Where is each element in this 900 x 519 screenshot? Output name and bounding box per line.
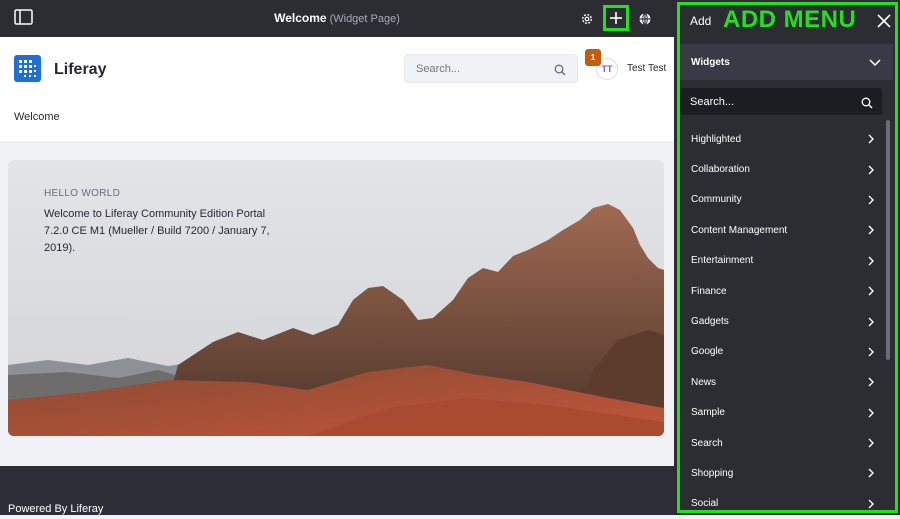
- nav-item-welcome[interactable]: Welcome: [14, 111, 60, 123]
- widget-category-item[interactable]: Content Management: [680, 215, 882, 245]
- widget-category-item[interactable]: Community: [680, 185, 882, 215]
- widget-category-label: Sample: [691, 407, 725, 419]
- chevron-right-icon: [868, 317, 874, 327]
- widget-category-item[interactable]: Entertainment: [680, 246, 882, 276]
- widget-category-label: Social: [691, 498, 719, 510]
- widget-category-item[interactable]: News: [680, 367, 882, 397]
- search-input[interactable]: [405, 55, 545, 82]
- chevron-right-icon: [868, 256, 874, 266]
- add-button[interactable]: [603, 5, 629, 31]
- widget-category-item[interactable]: Collaboration: [680, 154, 882, 184]
- widget-category-label: Entertainment: [691, 255, 754, 267]
- site-header: Liferay TT 1 Test Test Welcome: [0, 37, 674, 141]
- widget-category-item[interactable]: Social: [680, 489, 882, 519]
- widget-category-label: News: [691, 376, 717, 388]
- site-footer: Powered By Liferay: [0, 466, 674, 515]
- chevron-right-icon: [868, 165, 874, 175]
- add-menu-annotation: ADD MENU: [723, 6, 857, 33]
- add-menu-panel: Add ADD MENU Widgets Highlighted Collabor…: [674, 0, 900, 515]
- widget-category-item[interactable]: Gadgets: [680, 306, 882, 336]
- widget-category-item[interactable]: Highlighted: [680, 124, 882, 154]
- chevron-right-icon: [868, 195, 874, 205]
- chevron-right-icon: [868, 134, 874, 144]
- plus-icon: [610, 12, 622, 24]
- page-title: Welcome (Widget Page): [0, 11, 674, 25]
- search-icon[interactable]: [554, 63, 566, 81]
- chevron-down-icon: [869, 59, 881, 67]
- page-title-text: Welcome: [274, 11, 327, 25]
- widget-category-item[interactable]: Shopping: [680, 458, 882, 488]
- widget-category-label: Google: [691, 346, 724, 358]
- notification-badge[interactable]: 1: [585, 49, 601, 66]
- widget-category-label: Search: [691, 437, 723, 449]
- chevron-right-icon: [868, 377, 874, 387]
- chevron-right-icon: [868, 286, 874, 296]
- scrollbar-thumb[interactable]: [886, 120, 890, 360]
- widget-search-input[interactable]: [680, 88, 840, 115]
- widget-category-item[interactable]: Sample: [680, 398, 882, 428]
- site-search: [404, 54, 578, 83]
- chevron-right-icon: [868, 468, 874, 478]
- hero-banner: HELLO WORLD Welcome to Liferay Community…: [8, 160, 664, 436]
- liferay-logo[interactable]: [14, 55, 41, 82]
- widget-category-label: Collaboration: [691, 164, 750, 176]
- gear-icon[interactable]: [576, 8, 598, 30]
- control-menu: Welcome (Widget Page): [0, 0, 674, 37]
- footer-text: Powered By Liferay: [8, 503, 104, 515]
- chevron-right-icon: [868, 225, 874, 235]
- widget-category-label: Gadgets: [691, 316, 729, 328]
- mountain-image: [8, 204, 664, 436]
- widgets-section-label: Widgets: [691, 57, 730, 68]
- widget-category-item[interactable]: Finance: [680, 276, 882, 306]
- banner-kicker: HELLO WORLD: [44, 188, 121, 199]
- widget-category-list: Highlighted Collaboration Community Content…: [680, 124, 882, 519]
- widget-category-label: Highlighted: [691, 133, 742, 145]
- site-name[interactable]: Liferay: [54, 61, 106, 79]
- add-panel-title: Add: [690, 14, 712, 28]
- close-icon[interactable]: [876, 13, 892, 29]
- page-type: (Widget Page): [329, 13, 400, 25]
- simulation-icon[interactable]: [634, 8, 656, 30]
- widget-category-item[interactable]: Google: [680, 337, 882, 367]
- search-icon[interactable]: [861, 96, 873, 114]
- widget-category-label: Content Management: [691, 224, 788, 236]
- chevron-right-icon: [868, 408, 874, 418]
- widget-category-label: Community: [691, 194, 742, 206]
- banner-text: Welcome to Liferay Community Edition Por…: [44, 208, 270, 254]
- widget-category-item[interactable]: Search: [680, 428, 882, 458]
- chevron-right-icon: [868, 438, 874, 448]
- widget-search: [680, 88, 882, 115]
- widgets-section-toggle[interactable]: Widgets: [680, 44, 893, 80]
- widget-category-label: Finance: [691, 285, 727, 297]
- chevron-right-icon: [868, 499, 874, 509]
- user-name[interactable]: Test Test: [627, 63, 666, 74]
- chevron-right-icon: [868, 347, 874, 357]
- widget-category-label: Shopping: [691, 467, 734, 479]
